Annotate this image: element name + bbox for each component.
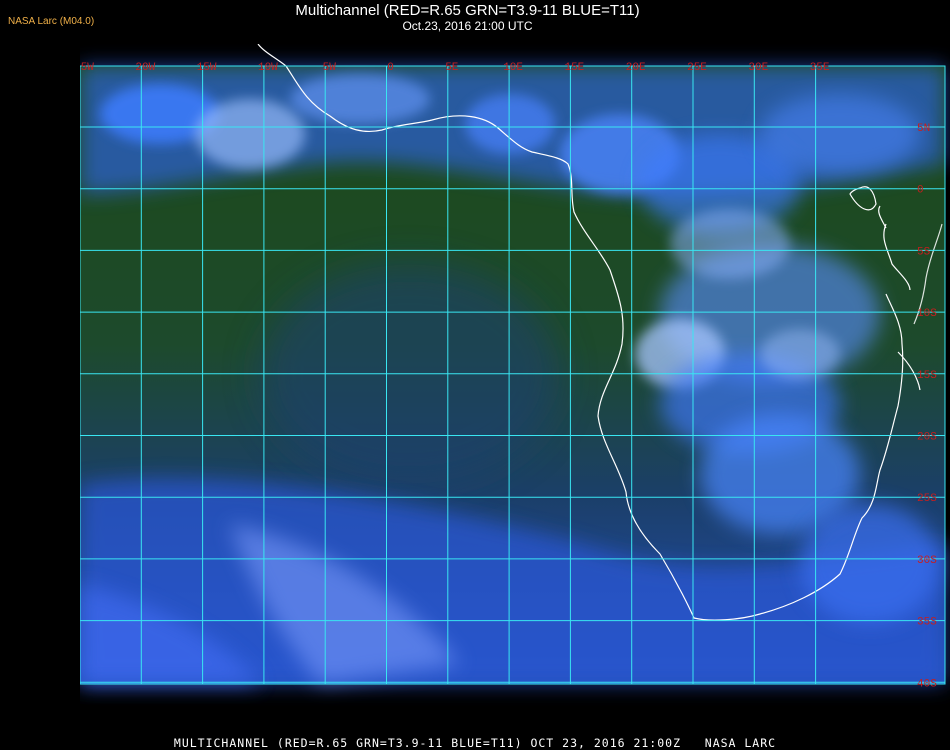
satellite-map: 25W 20W 15W 10W 5W 0 5E 10E 15E 20E 25E 30E 35E 5N 0 5… — [80, 44, 946, 690]
latitude-label: 10S — [917, 308, 937, 320]
latitude-label: 0 — [917, 185, 924, 197]
longitude-label: 20E — [626, 62, 646, 74]
longitude-label: 25E — [687, 62, 707, 74]
footer-caption: MULTICHANNEL (RED=R.65 GRN=T3.9-11 BLUE=… — [173, 736, 777, 750]
image-title: Multichannel (RED=R.65 GRN=T3.9-11 BLUE=… — [295, 2, 640, 19]
longitude-label: 25W — [80, 62, 94, 74]
longitude-label: 0 — [387, 62, 394, 74]
latitude-label: 35S — [917, 617, 937, 629]
longitude-label: 15W — [197, 62, 217, 74]
longitude-label: 30E — [748, 62, 768, 74]
latitude-label: 40S — [917, 678, 937, 690]
latitude-label: 15S — [917, 370, 937, 382]
latitude-label: 5S — [917, 246, 931, 258]
image-timestamp: Oct.23, 2016 21:00 UTC — [402, 19, 533, 33]
latitude-label: 5N — [917, 123, 930, 135]
longitude-label: 10E — [503, 62, 523, 74]
latitude-label: 30S — [917, 555, 937, 567]
longitude-label: 5W — [323, 62, 337, 74]
longitude-label: 35E — [810, 62, 830, 74]
longitude-label: 20W — [135, 62, 155, 74]
longitude-label: 10W — [258, 62, 278, 74]
longitude-label: 15E — [564, 62, 584, 74]
longitude-label: 5E — [445, 62, 459, 74]
latitude-label: 20S — [917, 432, 937, 444]
latitude-label: 25S — [917, 493, 937, 505]
